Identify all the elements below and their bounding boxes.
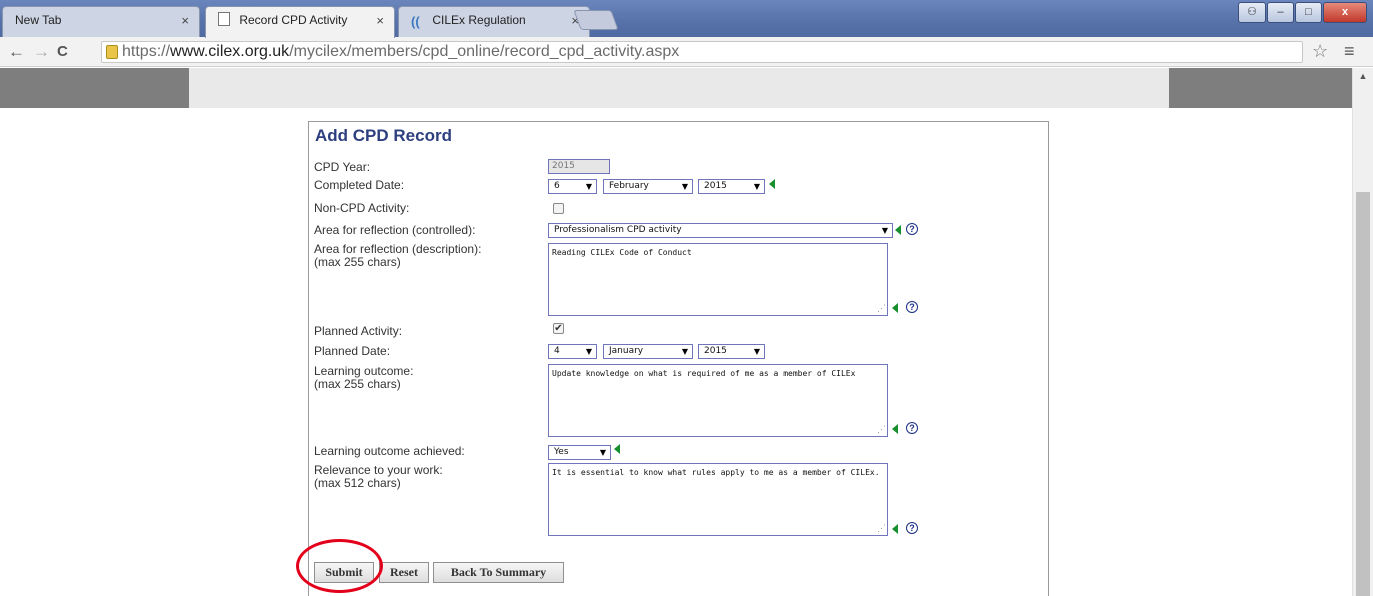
lock-warning-icon xyxy=(106,45,118,59)
selected-value: Yes xyxy=(554,447,569,457)
scroll-thumb[interactable] xyxy=(1356,192,1370,596)
chevron-down-icon: ▼ xyxy=(753,347,760,356)
tab-label: New Tab xyxy=(15,13,62,27)
area-controlled-label: Area for reflection (controlled): xyxy=(314,223,476,237)
url-path: /mycilex/members/cpd_online/record_cpd_a… xyxy=(289,43,680,60)
chevron-down-icon: ▼ xyxy=(881,226,888,235)
chevron-down-icon: ▼ xyxy=(681,347,688,356)
new-tab-button[interactable] xyxy=(573,10,619,30)
cpd-year-label: CPD Year: xyxy=(314,160,371,174)
completed-day-select[interactable]: 6 ▼ xyxy=(548,179,597,194)
non-cpd-checkbox[interactable] xyxy=(553,203,564,214)
required-indicator-icon xyxy=(895,225,901,235)
completed-year-select[interactable]: 2015 ▼ xyxy=(698,179,765,194)
required-indicator-icon xyxy=(892,524,898,534)
maximize-button[interactable]: □ xyxy=(1295,2,1322,23)
window-controls: ⚇ – □ x xyxy=(1238,2,1367,23)
cpd-year-field: 2015 xyxy=(548,159,610,174)
planned-date-label: Planned Date: xyxy=(314,344,391,358)
reload-icon[interactable]: C xyxy=(57,42,68,62)
back-icon[interactable]: ← xyxy=(8,42,25,62)
resize-grip-icon[interactable]: ⋰ xyxy=(877,305,886,314)
user-profile-icon[interactable]: ⚇ xyxy=(1238,2,1266,23)
textarea-value: It is essential to know what rules apply… xyxy=(552,468,880,477)
selected-value: Professionalism CPD activity xyxy=(554,225,682,235)
help-icon[interactable]: ? xyxy=(906,522,918,534)
form-title: Add CPD Record xyxy=(315,126,452,145)
resize-grip-icon[interactable]: ⋰ xyxy=(877,426,886,435)
tab-cilex-regulation[interactable]: (( CILEx Regulation × xyxy=(398,6,590,37)
selected-value: 4 xyxy=(554,346,560,356)
menu-icon[interactable]: ≡ xyxy=(1344,41,1355,62)
tab-close-icon[interactable]: × xyxy=(376,7,384,34)
chevron-down-icon: ▼ xyxy=(681,182,688,191)
bookmark-star-icon[interactable]: ☆ xyxy=(1312,41,1328,62)
learning-outcome-limit: (max 255 chars) xyxy=(314,377,401,391)
relevance-limit: (max 512 chars) xyxy=(314,476,401,490)
selected-value: 2015 xyxy=(704,346,727,356)
cilex-favicon-icon: (( xyxy=(411,14,420,29)
document-icon xyxy=(218,12,230,26)
relevance-textarea[interactable]: It is essential to know what rules apply… xyxy=(548,463,888,536)
tab-label: Record CPD Activity xyxy=(239,13,348,27)
planned-month-select[interactable]: January ▼ xyxy=(603,344,693,359)
area-controlled-select[interactable]: Professionalism CPD activity ▼ xyxy=(548,223,893,238)
chevron-down-icon: ▼ xyxy=(753,182,760,191)
required-indicator-icon xyxy=(892,303,898,313)
outcome-achieved-select[interactable]: Yes ▼ xyxy=(548,445,611,460)
add-cpd-record-form: Add CPD Record CPD Year: 2015 Completed … xyxy=(308,121,1049,596)
textarea-value: Reading CILEx Code of Conduct xyxy=(552,248,692,257)
submit-highlight-circle xyxy=(296,539,383,593)
required-indicator-icon xyxy=(892,424,898,434)
resize-grip-icon[interactable]: ⋰ xyxy=(877,525,886,534)
tab-new-tab[interactable]: New Tab × xyxy=(2,6,200,37)
help-icon[interactable]: ? xyxy=(906,301,918,313)
completed-date-label: Completed Date: xyxy=(314,178,405,192)
address-bar[interactable]: https://www.cilex.org.uk/mycilex/members… xyxy=(101,41,1303,63)
chevron-down-icon: ▼ xyxy=(599,448,606,457)
selected-value: January xyxy=(609,346,644,356)
help-icon[interactable]: ? xyxy=(906,422,918,434)
url-domain: www.cilex.org.uk xyxy=(170,43,290,60)
vertical-scrollbar[interactable]: ▲ xyxy=(1352,68,1373,596)
chevron-down-icon: ▼ xyxy=(585,347,592,356)
header-band-inner xyxy=(189,68,1169,108)
planned-activity-checkbox[interactable]: ✔ xyxy=(553,323,564,334)
completed-month-select[interactable]: February ▼ xyxy=(603,179,693,194)
tab-record-cpd-activity[interactable]: Record CPD Activity × xyxy=(205,6,395,38)
area-description-textarea[interactable]: Reading CILEx Code of Conduct ⋰ xyxy=(548,243,888,316)
help-icon[interactable]: ? xyxy=(906,223,918,235)
browser-toolbar: ← → C https://www.cilex.org.uk/mycilex/m… xyxy=(0,37,1373,67)
textarea-value: Update knowledge on what is required of … xyxy=(552,369,856,378)
tab-close-icon[interactable]: × xyxy=(181,7,189,34)
back-to-summary-button[interactable]: Back To Summary xyxy=(433,562,564,583)
selected-value: 2015 xyxy=(704,181,727,191)
forward-icon[interactable]: → xyxy=(33,42,50,62)
selected-value: February xyxy=(609,181,649,191)
outcome-achieved-label: Learning outcome achieved: xyxy=(314,444,465,458)
area-description-limit: (max 255 chars) xyxy=(314,255,401,269)
planned-activity-label: Planned Activity: xyxy=(314,324,403,338)
learning-outcome-textarea[interactable]: Update knowledge on what is required of … xyxy=(548,364,888,437)
browser-titlebar: New Tab × Record CPD Activity × (( CILEx… xyxy=(0,0,1373,38)
minimize-button[interactable]: – xyxy=(1267,2,1294,23)
planned-year-select[interactable]: 2015 ▼ xyxy=(698,344,765,359)
required-indicator-icon xyxy=(614,444,620,454)
chevron-down-icon: ▼ xyxy=(585,182,592,191)
non-cpd-label: Non-CPD Activity: xyxy=(314,201,410,215)
required-indicator-icon xyxy=(769,179,775,189)
url-prefix: https:// xyxy=(122,43,171,60)
reset-button[interactable]: Reset xyxy=(379,562,429,583)
scroll-up-icon[interactable]: ▲ xyxy=(1353,68,1373,85)
selected-value: 6 xyxy=(554,181,560,191)
planned-day-select[interactable]: 4 ▼ xyxy=(548,344,597,359)
close-window-button[interactable]: x xyxy=(1323,2,1367,23)
tab-label: CILEx Regulation xyxy=(432,13,526,27)
